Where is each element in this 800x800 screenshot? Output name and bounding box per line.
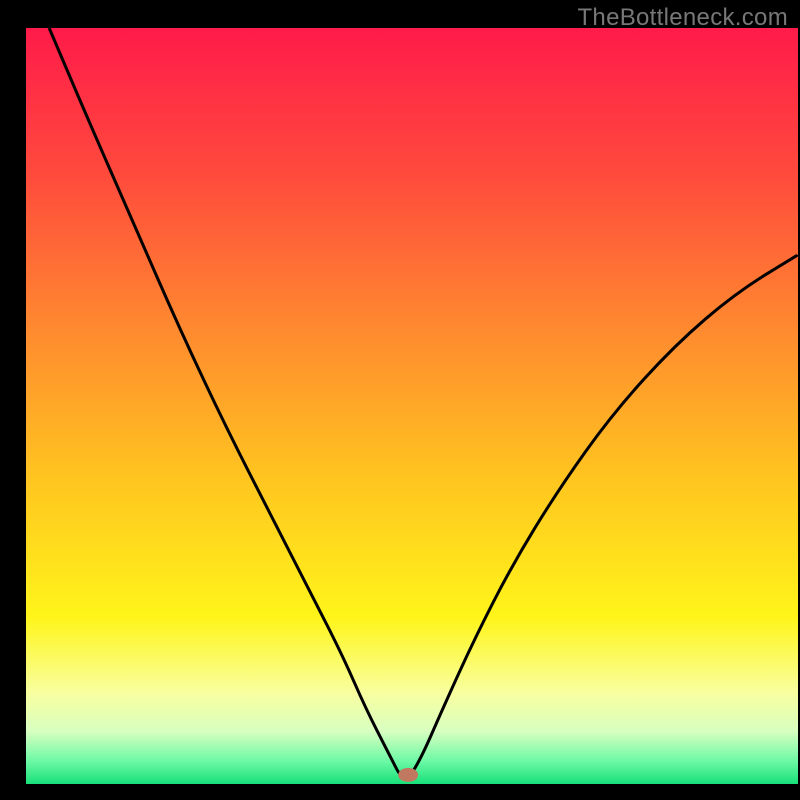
plot-area (26, 28, 798, 784)
watermark-text: TheBottleneck.com (577, 4, 788, 32)
chart-svg (0, 0, 800, 800)
bottleneck-chart: TheBottleneck.com (0, 0, 800, 800)
optimum-marker (398, 768, 418, 782)
